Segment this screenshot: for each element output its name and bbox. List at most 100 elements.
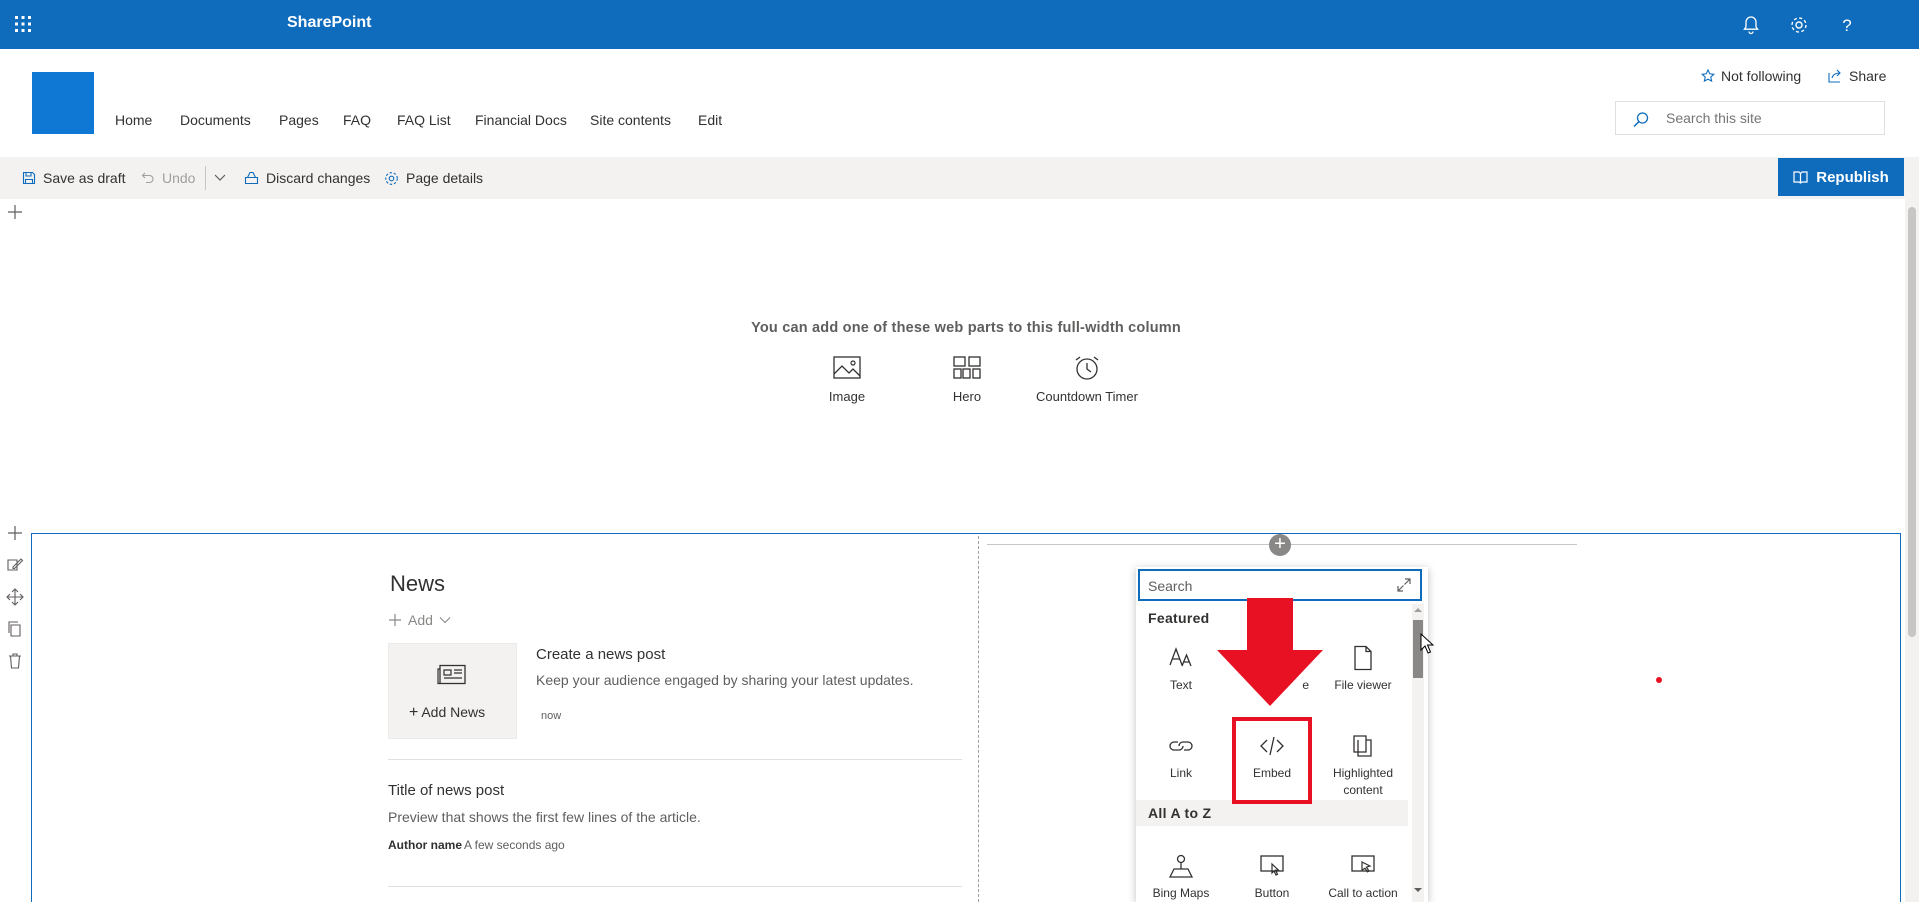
call-to-action-icon xyxy=(1351,855,1375,873)
add-section-icon[interactable] xyxy=(6,524,24,542)
expand-icon[interactable] xyxy=(1396,577,1412,593)
webpart-highlighted-content[interactable]: Highlighted content xyxy=(1320,733,1406,799)
command-bar: Save as draft Undo Discard changes Page … xyxy=(0,157,1919,199)
webpart-text[interactable]: Text xyxy=(1138,645,1224,694)
webpart-button[interactable]: Button xyxy=(1229,853,1315,902)
toolbox-search-box[interactable] xyxy=(1138,569,1422,601)
scroll-down-icon[interactable] xyxy=(1413,886,1423,894)
plus-icon: + xyxy=(409,704,419,721)
add-news-tile[interactable]: + Add News xyxy=(388,643,517,739)
page-details-button[interactable]: Page details xyxy=(384,170,483,186)
nav-pages[interactable]: Pages xyxy=(279,112,319,128)
chevron-down-icon[interactable] xyxy=(213,173,227,183)
republish-button[interactable]: Republish xyxy=(1778,158,1904,196)
webpart-option-countdown-timer[interactable]: Countdown Timer xyxy=(1027,355,1147,404)
webpart-label: Bing Maps xyxy=(1152,886,1210,900)
news-post-title[interactable]: Title of news post xyxy=(388,782,504,799)
webpart-call-to-action[interactable]: Call to action xyxy=(1320,853,1406,902)
star-icon xyxy=(1701,69,1715,83)
webpart-label: Link xyxy=(1169,766,1192,780)
help-icon[interactable]: ? xyxy=(1834,12,1860,38)
duplicate-section-icon[interactable] xyxy=(6,620,24,638)
webpart-file-viewer[interactable]: File viewer xyxy=(1320,645,1406,694)
news-add-button[interactable]: Add xyxy=(388,612,451,628)
undo-label: Undo xyxy=(162,170,196,186)
follow-button[interactable]: Not following xyxy=(1701,68,1801,84)
divider xyxy=(388,759,962,760)
app-launcher-icon[interactable] xyxy=(12,13,34,35)
suite-bar: SharePoint ? xyxy=(0,0,1919,49)
nav-financial-docs[interactable]: Financial Docs xyxy=(475,112,567,128)
chevron-down-icon xyxy=(439,617,451,624)
mouse-cursor-icon xyxy=(1420,633,1434,654)
button-icon xyxy=(1260,855,1284,876)
annotation-highlight-box xyxy=(1232,717,1312,804)
save-as-draft-label: Save as draft xyxy=(43,170,126,186)
discard-changes-button[interactable]: Discard changes xyxy=(244,170,370,186)
webpart-option-label: Countdown Timer xyxy=(1036,389,1138,404)
webpart-label: Call to action xyxy=(1328,886,1398,900)
link-icon xyxy=(1169,741,1193,751)
webpart-bing-maps[interactable]: Bing Maps xyxy=(1138,853,1224,902)
two-column-section xyxy=(31,533,1901,902)
news-post-author: Author name xyxy=(388,838,463,852)
svg-text:?: ? xyxy=(1842,16,1851,35)
text-icon xyxy=(1169,647,1192,667)
page-scrollbar-thumb[interactable] xyxy=(1908,207,1916,637)
webpart-option-hero[interactable]: Hero xyxy=(907,355,1027,404)
app-brand[interactable]: SharePoint xyxy=(287,14,371,32)
webpart-option-image[interactable]: Image xyxy=(787,355,907,404)
add-news-button[interactable]: + Add News xyxy=(409,704,485,722)
republish-label: Republish xyxy=(1816,168,1889,186)
delete-section-icon[interactable] xyxy=(6,652,24,670)
add-webpart-button[interactable]: + xyxy=(1269,534,1291,556)
share-icon xyxy=(1828,69,1841,83)
save-as-draft-button[interactable]: Save as draft xyxy=(22,170,126,186)
toolbox-featured-heading: Featured xyxy=(1148,610,1210,626)
site-search-input[interactable] xyxy=(1664,109,1868,127)
news-post-time: A few seconds ago xyxy=(464,838,565,852)
scroll-up-icon[interactable] xyxy=(1413,606,1423,614)
undo-button[interactable]: Undo xyxy=(141,170,195,186)
move-section-icon[interactable] xyxy=(6,588,24,606)
nav-site-contents[interactable]: Site contents xyxy=(590,112,671,128)
bell-icon[interactable] xyxy=(1738,12,1764,38)
toolbox-search-input[interactable] xyxy=(1146,577,1380,595)
webpart-label: Text xyxy=(1169,678,1192,692)
news-post-preview: Preview that shows the first few lines o… xyxy=(388,809,701,825)
share-button[interactable]: Share xyxy=(1828,68,1886,84)
annotation-dot xyxy=(1656,677,1662,683)
webpart-link[interactable]: Link xyxy=(1138,733,1224,782)
site-search-box[interactable] xyxy=(1615,101,1885,135)
site-logo[interactable] xyxy=(32,72,94,134)
page-scrollbar[interactable] xyxy=(1905,199,1919,902)
hero-icon xyxy=(953,356,981,379)
nav-faq-list[interactable]: FAQ List xyxy=(397,112,451,128)
add-section-icon[interactable] xyxy=(6,203,24,221)
news-create-title[interactable]: Create a news post xyxy=(536,646,665,663)
save-icon xyxy=(22,171,36,185)
nav-edit[interactable]: Edit xyxy=(698,112,722,128)
discard-changes-label: Discard changes xyxy=(266,170,371,186)
webpart-label: Highlighted content xyxy=(1332,766,1394,797)
webpart-option-label: Image xyxy=(828,389,866,404)
webpart-label: File viewer xyxy=(1334,678,1392,692)
highlighted-content-icon xyxy=(1353,735,1372,757)
image-icon xyxy=(833,356,861,379)
book-icon xyxy=(1793,171,1808,184)
webpart-label: Button xyxy=(1254,886,1290,900)
nav-faq[interactable]: FAQ xyxy=(343,112,371,128)
gear-icon[interactable] xyxy=(1786,12,1812,38)
edit-section-icon[interactable] xyxy=(6,556,24,574)
undo-icon xyxy=(141,172,154,184)
newspaper-icon xyxy=(437,664,466,685)
discard-icon xyxy=(244,171,259,185)
webpart-option-label: Hero xyxy=(952,389,982,404)
nav-home[interactable]: Home xyxy=(115,112,152,128)
toolbox-az-heading: All A to Z xyxy=(1148,805,1212,821)
plus-icon xyxy=(389,614,401,626)
file-viewer-icon xyxy=(1354,645,1372,671)
news-title: News xyxy=(390,571,446,596)
nav-documents[interactable]: Documents xyxy=(180,112,251,128)
settings-icon xyxy=(385,171,398,185)
